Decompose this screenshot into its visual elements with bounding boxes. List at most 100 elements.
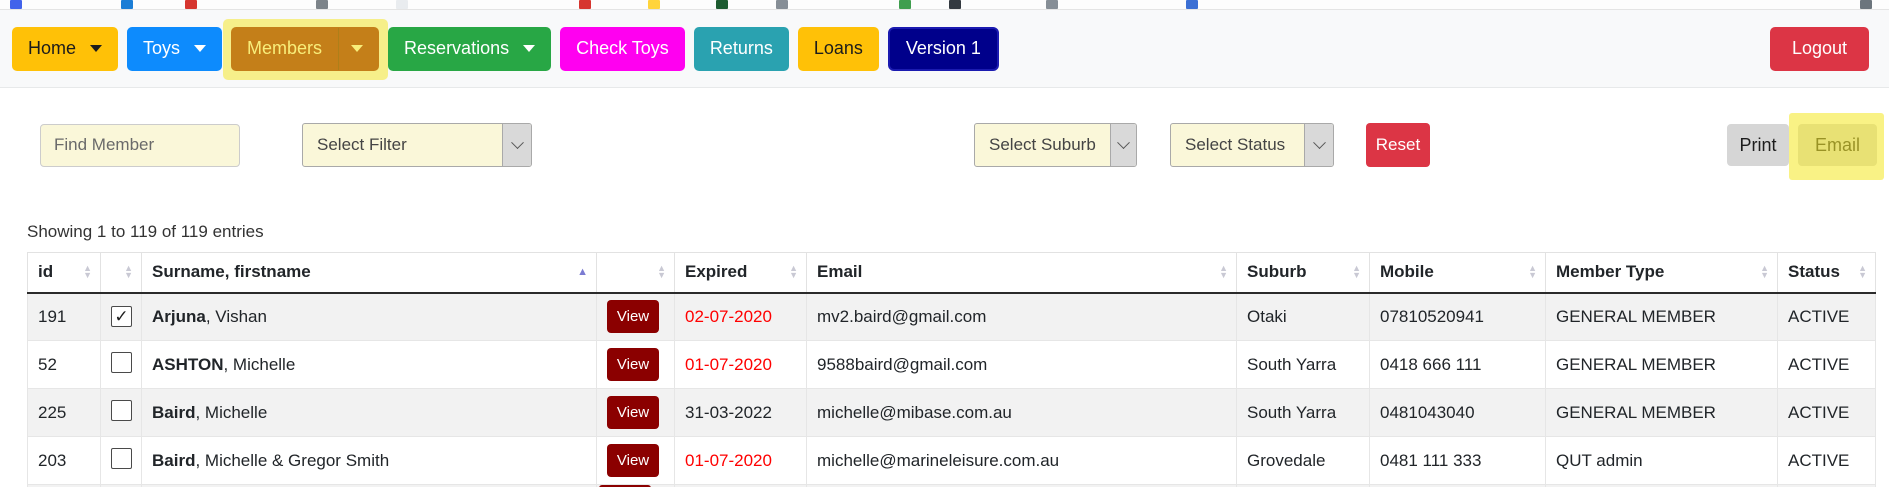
- find-member-input[interactable]: [40, 124, 240, 167]
- cell-expired: 31-03-2022: [675, 389, 807, 437]
- cell-suburb: Grovedale: [1237, 437, 1370, 485]
- sort-icons: ▲▼: [789, 265, 798, 279]
- browser-bookmarks-sliver: [0, 0, 1889, 10]
- nav-members-label: Members: [247, 38, 322, 59]
- cell-id: 52: [28, 341, 101, 389]
- column-header-view[interactable]: ▲▼: [597, 253, 675, 293]
- column-header-checkbox[interactable]: ▲▼: [101, 253, 142, 293]
- nav-members-button[interactable]: Members: [231, 27, 379, 71]
- cell-mobile: 0481043040: [1370, 389, 1546, 437]
- table-header-row: id ▲▼ ▲▼ Surname, firstname ▲ ▲▼ Expired…: [28, 253, 1876, 293]
- chevron-down-icon: [194, 45, 206, 52]
- row-checkbox[interactable]: [111, 448, 132, 469]
- favicon-icon: [648, 0, 660, 9]
- nav-reservations-button[interactable]: Reservations: [388, 27, 551, 71]
- select-suburb-dropdown[interactable]: Select Suburb: [974, 123, 1137, 167]
- sort-ascending-icon: ▲: [577, 267, 588, 278]
- nav-toys-label: Toys: [143, 38, 180, 59]
- favicon-icon: [316, 0, 328, 9]
- dropdown-arrow-box: [502, 124, 531, 166]
- view-button[interactable]: View: [607, 300, 659, 333]
- logout-button[interactable]: Logout: [1770, 27, 1869, 71]
- select-filter-dropdown[interactable]: Select Filter: [302, 123, 532, 167]
- favicon-icon: [1186, 0, 1198, 9]
- column-header-mobile[interactable]: Mobile ▲▼: [1370, 253, 1546, 293]
- column-header-expired[interactable]: Expired ▲▼: [675, 253, 807, 293]
- sort-icons: ▲▼: [657, 265, 666, 279]
- favicon-icon: [10, 0, 22, 9]
- favicon-icon: [716, 0, 728, 9]
- cell-status: ACTIVE: [1778, 437, 1876, 485]
- favicon-icon: [121, 0, 133, 9]
- chevron-down-icon: [523, 45, 535, 52]
- select-filter-value: Select Filter: [303, 135, 502, 155]
- nav-check-toys-button[interactable]: Check Toys: [560, 27, 685, 71]
- column-header-id[interactable]: id ▲▼: [28, 253, 101, 293]
- cell-suburb: South Yarra: [1237, 389, 1370, 437]
- sort-icons: ▲▼: [83, 265, 92, 279]
- chevron-down-icon: [351, 45, 363, 52]
- entries-summary: Showing 1 to 119 of 119 entries: [27, 222, 1889, 244]
- column-header-status[interactable]: Status ▲▼: [1778, 253, 1876, 293]
- select-status-value: Select Status: [1171, 135, 1304, 155]
- reset-button[interactable]: Reset: [1366, 123, 1430, 167]
- sort-icons: ▲▼: [1219, 265, 1228, 279]
- nav-home-button[interactable]: Home: [12, 27, 118, 71]
- cell-status: ACTIVE: [1778, 293, 1876, 341]
- cell-mobile: 0418 666 111: [1370, 341, 1546, 389]
- nav-version-button[interactable]: Version 1: [888, 27, 999, 71]
- table-row: 52 ASHTON, Michelle View 01-07-2020 9588…: [28, 341, 1876, 389]
- column-header-name[interactable]: Surname, firstname ▲: [142, 253, 597, 293]
- email-highlight-wrapper: Email: [1798, 124, 1877, 166]
- cell-expired: 01-07-2020: [675, 341, 807, 389]
- view-button[interactable]: View: [607, 348, 659, 381]
- nav-loans-button[interactable]: Loans: [798, 27, 879, 71]
- view-button[interactable]: View: [607, 396, 659, 429]
- sort-icons: ▲▼: [124, 265, 133, 279]
- sort-icons: ▲▼: [1352, 265, 1361, 279]
- column-header-email[interactable]: Email ▲▼: [807, 253, 1237, 293]
- sort-icons: ▲▼: [1528, 265, 1537, 279]
- print-button[interactable]: Print: [1727, 124, 1789, 166]
- nav-home-label: Home: [28, 38, 76, 59]
- cell-expired: 02-07-2020: [675, 293, 807, 341]
- cell-name: Arjuna, Vishan: [142, 293, 597, 341]
- cell-suburb: Otaki: [1237, 293, 1370, 341]
- chevron-down-icon: [1313, 136, 1326, 149]
- cell-name: Baird, Michelle: [142, 389, 597, 437]
- cell-id: 191: [28, 293, 101, 341]
- select-status-dropdown[interactable]: Select Status: [1170, 123, 1334, 167]
- chevron-down-icon: [511, 136, 524, 149]
- view-button[interactable]: View: [607, 444, 659, 477]
- favicon-icon: [579, 0, 591, 9]
- cell-member-type: QUT admin: [1546, 437, 1778, 485]
- cell-email: 9588baird@gmail.com: [807, 341, 1237, 389]
- button-divider: [338, 28, 339, 70]
- table-row: 225 Baird, Michelle View 31-03-2022 mich…: [28, 389, 1876, 437]
- cell-email: mv2.baird@gmail.com: [807, 293, 1237, 341]
- dropdown-arrow-box: [1304, 124, 1333, 166]
- cell-mobile: 07810520941: [1370, 293, 1546, 341]
- favicon-icon: [949, 0, 961, 9]
- table-row: 203 Baird, Michelle & Gregor Smith View …: [28, 437, 1876, 485]
- favicon-icon: [1046, 0, 1058, 9]
- cell-expired: 01-07-2020: [675, 437, 807, 485]
- members-highlight-wrapper: Members: [231, 27, 379, 71]
- column-header-member-type[interactable]: Member Type ▲▼: [1546, 253, 1778, 293]
- cell-member-type: GENERAL MEMBER: [1546, 341, 1778, 389]
- cell-name: ASHTON, Michelle: [142, 341, 597, 389]
- column-header-suburb[interactable]: Suburb ▲▼: [1237, 253, 1370, 293]
- cell-status: ACTIVE: [1778, 341, 1876, 389]
- row-checkbox[interactable]: [111, 400, 132, 421]
- nav-toys-button[interactable]: Toys: [127, 27, 222, 71]
- cell-id: 203: [28, 437, 101, 485]
- row-checkbox[interactable]: [111, 306, 132, 327]
- nav-returns-button[interactable]: Returns: [694, 27, 789, 71]
- cell-suburb: South Yarra: [1237, 341, 1370, 389]
- chevron-down-icon: [90, 45, 102, 52]
- email-button[interactable]: Email: [1798, 124, 1877, 166]
- cell-email: michelle@marineleisure.com.au: [807, 437, 1237, 485]
- members-table: id ▲▼ ▲▼ Surname, firstname ▲ ▲▼ Expired…: [27, 252, 1876, 487]
- select-suburb-value: Select Suburb: [975, 135, 1110, 155]
- row-checkbox[interactable]: [111, 352, 132, 373]
